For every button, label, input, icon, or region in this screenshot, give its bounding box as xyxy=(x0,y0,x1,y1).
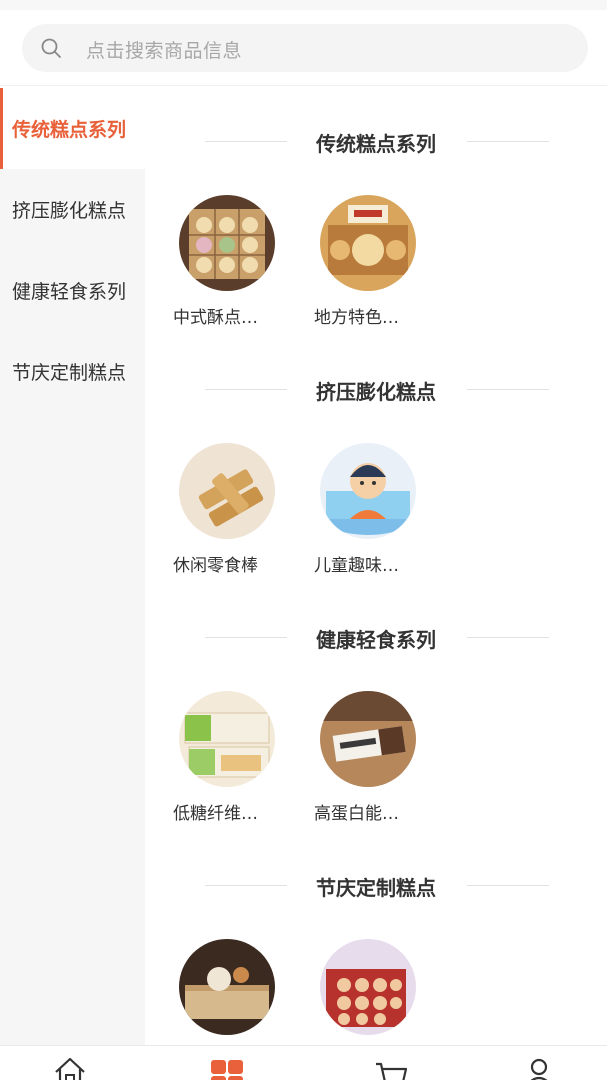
product-image xyxy=(179,195,275,291)
sidebar-item-healthy[interactable]: 健康轻食系列 xyxy=(0,250,145,331)
product-card[interactable]: 儿童趣味… xyxy=(313,443,423,576)
sidebar-item-traditional[interactable]: 传统糕点系列 xyxy=(0,88,145,169)
tab-home[interactable] xyxy=(51,1056,91,1080)
section-title: 传统糕点系列 xyxy=(316,132,436,156)
product-image xyxy=(320,443,416,539)
product-image xyxy=(320,691,416,787)
product-image xyxy=(179,691,275,787)
search-icon xyxy=(41,38,61,58)
search-input[interactable]: 点击搜索商品信息 xyxy=(22,24,588,72)
product-card[interactable]: 中式酥点… xyxy=(172,195,282,328)
section-title: 挤压膨化糕点 xyxy=(316,380,436,404)
section-title: 节庆定制糕点 xyxy=(316,876,436,900)
product-name: 低糖纤维… xyxy=(173,804,258,824)
tab-profile[interactable] xyxy=(520,1056,560,1080)
divider xyxy=(467,885,549,886)
sidebar-item-festival[interactable]: 节庆定制糕点 xyxy=(0,331,145,412)
divider xyxy=(467,141,549,142)
sidebar-item-extruded[interactable]: 挤压膨化糕点 xyxy=(0,169,145,250)
status-bar xyxy=(0,0,607,10)
product-list: 传统糕点系列 中式酥点… 地方特色… 挤压膨化糕点 休闲零食棒 儿童趣味… 健康… xyxy=(145,88,607,1045)
product-name: 休闲零食棒 xyxy=(173,556,258,576)
divider xyxy=(467,389,549,390)
home-icon xyxy=(55,1057,85,1080)
section-header: 传统糕点系列 xyxy=(145,126,607,156)
section-header: 节庆定制糕点 xyxy=(145,870,607,900)
divider xyxy=(467,637,549,638)
tab-cart[interactable] xyxy=(372,1056,412,1080)
product-card[interactable] xyxy=(313,939,423,1045)
product-name: 地方特色… xyxy=(314,308,399,328)
section-header: 挤压膨化糕点 xyxy=(145,374,607,404)
product-image xyxy=(320,195,416,291)
user-icon xyxy=(530,1058,548,1080)
cart-icon xyxy=(376,1062,408,1080)
category-sidebar: 传统糕点系列 挤压膨化糕点 健康轻食系列 节庆定制糕点 xyxy=(0,88,145,1045)
product-card[interactable]: 高蛋白能… xyxy=(313,691,423,824)
section-title: 健康轻食系列 xyxy=(316,628,436,652)
product-image xyxy=(179,939,275,1035)
section-header: 健康轻食系列 xyxy=(145,622,607,652)
category-icon xyxy=(211,1060,243,1080)
search-bar: 点击搜索商品信息 xyxy=(0,10,607,86)
product-name: 中式酥点… xyxy=(173,308,258,328)
product-name: 高蛋白能… xyxy=(314,804,399,824)
bottom-tab-bar xyxy=(0,1045,607,1080)
product-name: 儿童趣味… xyxy=(314,556,399,576)
product-card[interactable]: 低糖纤维… xyxy=(172,691,282,824)
product-card[interactable]: 地方特色… xyxy=(313,195,423,328)
product-card[interactable]: 休闲零食棒 xyxy=(172,443,282,576)
search-placeholder: 点击搜索商品信息 xyxy=(86,40,243,62)
tab-category[interactable] xyxy=(208,1056,248,1080)
product-image xyxy=(320,939,416,1035)
product-card[interactable] xyxy=(172,939,282,1045)
product-image xyxy=(179,443,275,539)
